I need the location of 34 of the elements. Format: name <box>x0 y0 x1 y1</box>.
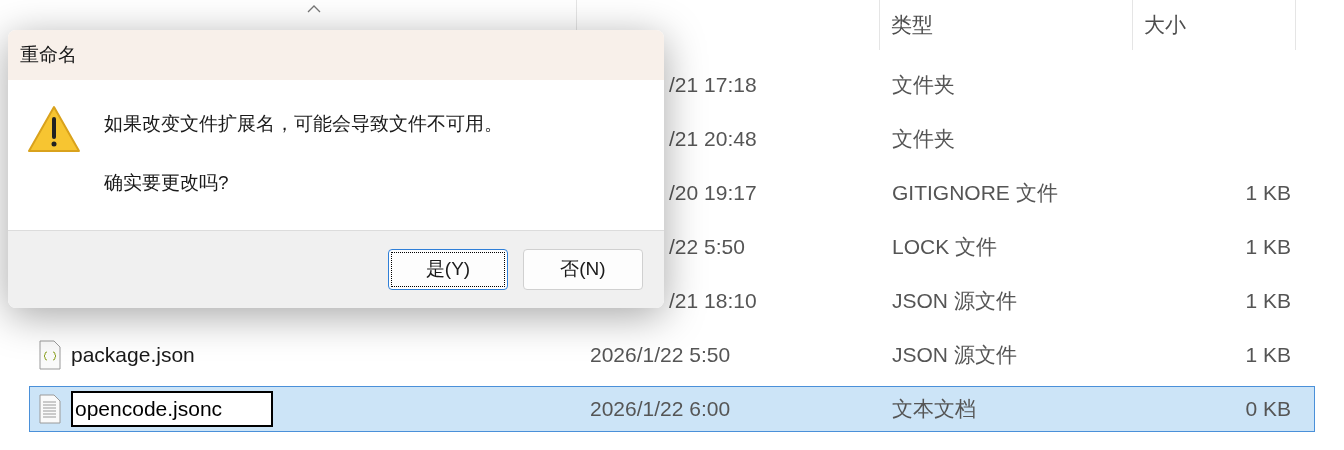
modified-date: 2026/1/22 6:00 <box>590 397 731 421</box>
confirm-question: 确实要更改吗? <box>104 170 230 195</box>
file-size: 1 KB <box>1245 288 1291 315</box>
file-row[interactable]: package.json 2026/1/22 5:50 JSON 源文件 1 KB <box>29 332 1315 378</box>
file-size: 0 KB <box>1245 396 1291 423</box>
modified-date: /21 17:18 <box>669 73 757 97</box>
warning-message: 如果改变文件扩展名，可能会导致文件不可用。 <box>104 112 503 136</box>
file-type: GITIGNORE 文件 <box>891 180 1059 207</box>
file-size: 1 KB <box>1245 234 1291 261</box>
text-file-icon <box>39 394 61 424</box>
file-row[interactable]: opencode.jsonc 2026/1/22 6:00 文本文档 0 KB <box>29 386 1315 432</box>
column-label: 大小 <box>1144 12 1186 39</box>
modified-date: /20 19:17 <box>669 181 757 205</box>
file-type: 文件夹 <box>891 126 956 153</box>
column-header[interactable]: 类型 <box>880 0 1133 50</box>
file-type: 文本文档 <box>891 396 977 423</box>
file-size: 1 KB <box>1245 180 1291 207</box>
modified-date: /22 5:50 <box>669 235 745 259</box>
file-name: package.json <box>71 342 195 369</box>
file-type: 文件夹 <box>891 72 956 99</box>
modified-date: 2026/1/22 5:50 <box>590 343 731 367</box>
file-type: JSON 源文件 <box>891 342 1018 369</box>
json-file-icon <box>39 340 61 370</box>
file-type: JSON 源文件 <box>891 288 1018 315</box>
column-header[interactable]: 大小 <box>1133 0 1296 50</box>
dialog-button[interactable]: 是(Y) <box>388 249 508 290</box>
file-size: 1 KB <box>1245 342 1291 369</box>
rename-field[interactable]: opencode.jsonc <box>71 391 273 427</box>
dialog-title: 重命名 <box>20 42 77 67</box>
modified-date: /21 18:10 <box>669 289 757 313</box>
modified-date: /21 20:48 <box>669 127 757 151</box>
file-type: LOCK 文件 <box>891 234 999 261</box>
dialog-button[interactable]: 否(N) <box>523 249 643 290</box>
column-label: 类型 <box>891 12 933 39</box>
